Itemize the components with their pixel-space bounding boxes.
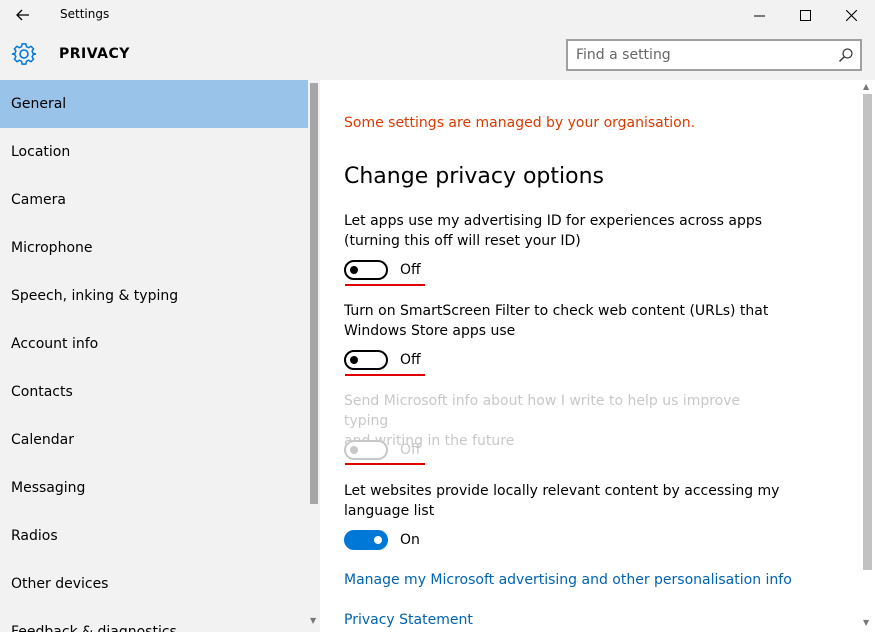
gear-icon xyxy=(11,43,37,65)
sidebar-item-label: Other devices xyxy=(11,576,109,592)
sidebar-item-general[interactable]: General xyxy=(0,80,308,128)
maximize-button[interactable] xyxy=(782,0,828,30)
page-title: PRIVACY xyxy=(59,46,130,62)
description-line: Let websites provide locally relevant co… xyxy=(344,483,780,499)
scroll-down-arrow-icon[interactable]: ▼ xyxy=(310,616,316,625)
smartscreen-description: Turn on SmartScreen Filter to check web … xyxy=(344,301,784,341)
privacy-statement-link[interactable]: Privacy Statement xyxy=(344,612,473,628)
main-scrollbar[interactable]: ▲ ▼ xyxy=(860,80,874,632)
sidebar-item-label: Radios xyxy=(11,528,58,544)
sidebar-item-label: Speech, inking & typing xyxy=(11,288,179,304)
sidebar-item-label: Contacts xyxy=(11,384,73,400)
maximize-icon xyxy=(799,9,811,21)
sidebar-scrollbar[interactable]: ▼ xyxy=(309,80,319,632)
description-line: Let apps use my advertising ID for exper… xyxy=(344,213,763,229)
description-line: language list xyxy=(344,503,435,519)
sidebar-item-label: Camera xyxy=(11,192,66,208)
language-list-toggle[interactable] xyxy=(344,530,388,550)
window-title: Settings xyxy=(60,7,110,21)
back-button[interactable] xyxy=(8,3,38,27)
annotation-underline xyxy=(345,463,425,465)
sidebar-item-label: Feedback & diagnostics xyxy=(11,624,177,632)
advertising-id-description: Let apps use my advertising ID for exper… xyxy=(344,211,784,251)
sidebar-item-label: General xyxy=(11,96,67,112)
sidebar-item-contacts[interactable]: Contacts xyxy=(0,368,308,416)
sidebar-item-messaging[interactable]: Messaging xyxy=(0,464,308,512)
typing-info-state: Off xyxy=(400,442,421,458)
sidebar-item-account-info[interactable]: Account info xyxy=(0,320,308,368)
search-box[interactable] xyxy=(566,39,862,71)
sidebar: General Location Camera Microphone Speec… xyxy=(0,80,320,632)
description-line: (turning this off will reset your ID) xyxy=(344,233,581,249)
sidebar-item-feedback-diagnostics[interactable]: Feedback & diagnostics xyxy=(0,608,308,632)
minimize-icon xyxy=(753,15,765,16)
back-arrow-icon xyxy=(16,9,29,21)
toggle-knob xyxy=(350,266,358,274)
advertising-id-toggle[interactable] xyxy=(344,260,388,280)
toggle-knob xyxy=(350,356,358,364)
sidebar-item-speech-inking-typing[interactable]: Speech, inking & typing xyxy=(0,272,308,320)
language-list-description: Let websites provide locally relevant co… xyxy=(344,481,784,521)
sidebar-item-radios[interactable]: Radios xyxy=(0,512,308,560)
sidebar-item-calendar[interactable]: Calendar xyxy=(0,416,308,464)
description-line: Send Microsoft info about how I write to… xyxy=(344,393,741,429)
section-title: Change privacy options xyxy=(344,164,604,189)
annotation-underline xyxy=(345,374,425,376)
title-bar: Settings xyxy=(0,0,875,30)
sidebar-item-microphone[interactable]: Microphone xyxy=(0,224,308,272)
sidebar-item-label: Microphone xyxy=(11,240,93,256)
annotation-underline xyxy=(345,284,425,286)
sidebar-item-label: Messaging xyxy=(11,480,86,496)
sidebar-item-label: Account info xyxy=(11,336,99,352)
smartscreen-state: Off xyxy=(400,352,421,368)
search-input[interactable] xyxy=(576,45,826,65)
advertising-id-state: Off xyxy=(400,262,421,278)
smartscreen-toggle[interactable] xyxy=(344,350,388,370)
toggle-knob xyxy=(374,536,382,544)
main-content: Some settings are managed by your organi… xyxy=(320,80,875,632)
sidebar-scroll-thumb[interactable] xyxy=(310,83,318,504)
typing-info-toggle xyxy=(344,440,388,460)
sidebar-item-label: Location xyxy=(11,144,71,160)
close-button[interactable] xyxy=(828,0,874,30)
sidebar-item-location[interactable]: Location xyxy=(0,128,308,176)
sidebar-item-camera[interactable]: Camera xyxy=(0,176,308,224)
advertising-settings-link[interactable]: Manage my Microsoft advertising and othe… xyxy=(344,572,792,588)
sidebar-item-label: Calendar xyxy=(11,432,74,448)
toggle-knob xyxy=(350,446,358,454)
main-scroll-thumb[interactable] xyxy=(863,94,872,570)
managed-notice: Some settings are managed by your organi… xyxy=(344,115,696,131)
description-line: Turn on SmartScreen Filter to check web … xyxy=(344,303,769,319)
close-icon xyxy=(845,9,857,21)
sidebar-item-other-devices[interactable]: Other devices xyxy=(0,560,308,608)
page-header: PRIVACY xyxy=(0,30,875,80)
scroll-up-arrow-icon[interactable]: ▲ xyxy=(863,82,869,91)
language-list-state: On xyxy=(400,532,420,548)
description-line: Windows Store apps use xyxy=(344,323,516,339)
minimize-button[interactable] xyxy=(736,0,782,30)
search-icon[interactable] xyxy=(838,47,854,63)
scroll-down-arrow-icon[interactable]: ▼ xyxy=(863,618,869,627)
